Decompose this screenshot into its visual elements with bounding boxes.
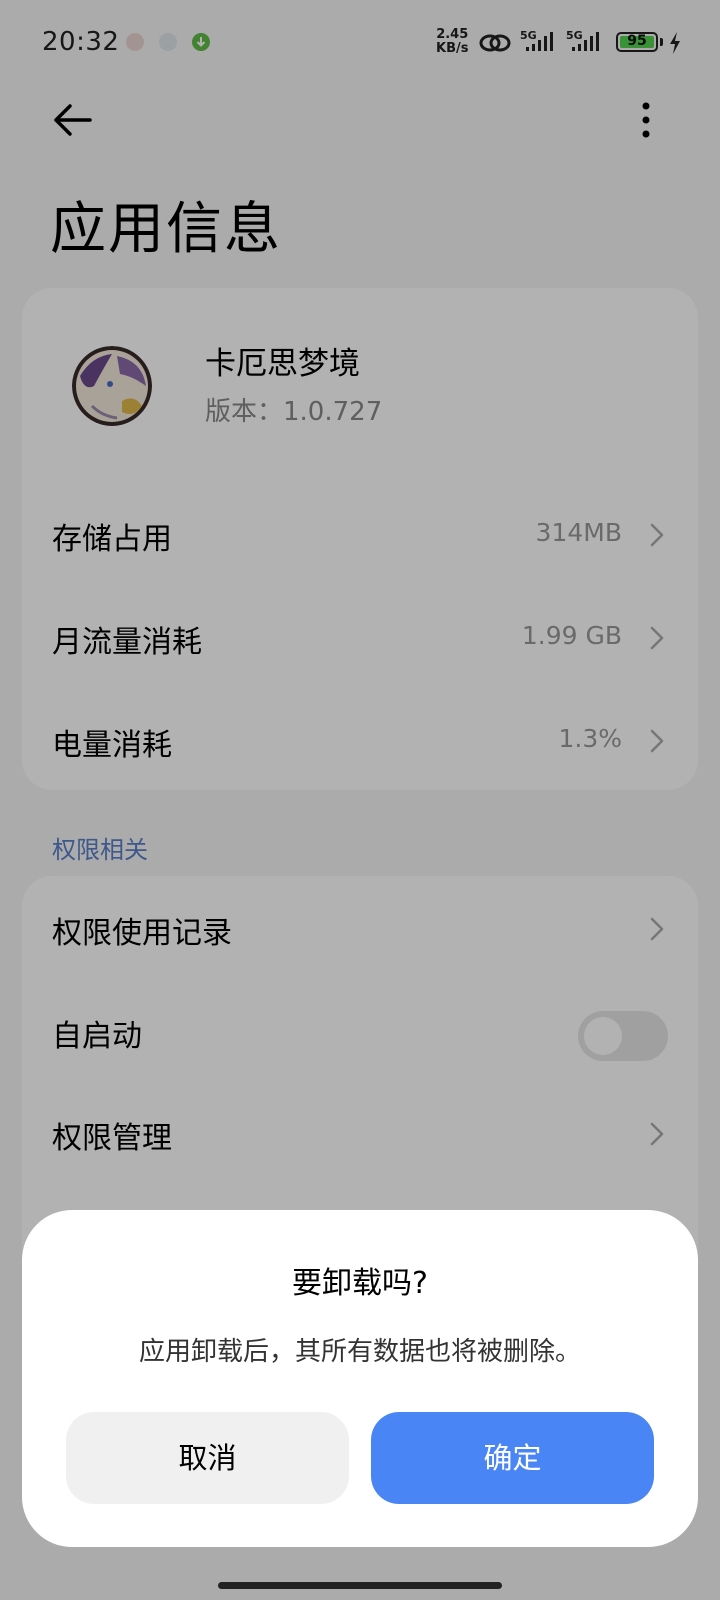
uninstall-dialog: 要卸载吗? 应用卸载后，其所有数据也将被删除。 取消 确定 [22, 1210, 698, 1547]
confirm-button[interactable]: 确定 [371, 1412, 654, 1504]
home-indicator[interactable] [218, 1582, 502, 1589]
dialog-title: 要卸载吗? [292, 1266, 428, 1301]
dialog-message: 应用卸载后，其所有数据也将被删除。 [138, 1337, 581, 1367]
cancel-button[interactable]: 取消 [66, 1412, 349, 1504]
